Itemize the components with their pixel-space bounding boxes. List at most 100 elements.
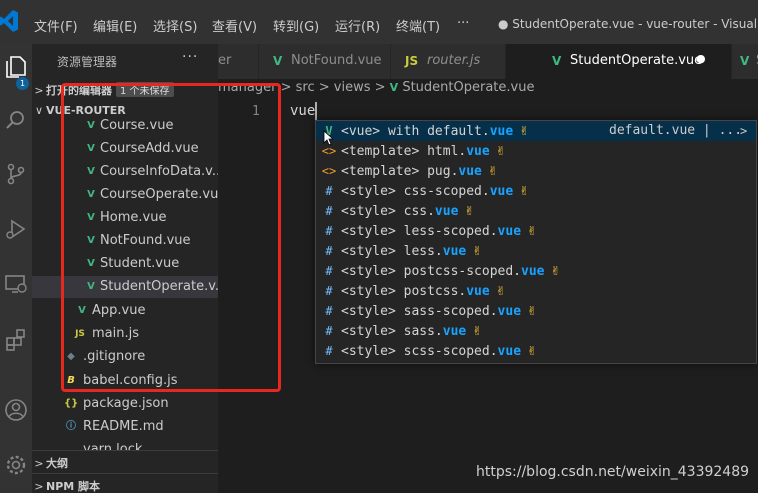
tab-label: StudentOperate.vue	[570, 53, 703, 68]
suggestion-match: vue	[466, 284, 490, 299]
javascript-file-icon: JS	[405, 54, 419, 68]
explorer-icon[interactable]: 1	[3, 54, 29, 90]
template-snippet-icon: <>	[321, 164, 337, 178]
suggestion-text: <template> pug.vue ✌	[341, 162, 498, 181]
json-file-icon: {}	[64, 398, 79, 409]
activity-bar: 1	[0, 44, 32, 493]
suggestion-item[interactable]: # <style> postcss.vue ✌	[316, 281, 756, 301]
menu-go[interactable]: 转到(G)	[273, 16, 319, 35]
menu-terminal[interactable]: 终端(T)	[396, 16, 440, 35]
suggestion-label: <style> less.	[341, 244, 443, 259]
outline-label: 大纲	[46, 457, 68, 470]
outline-section[interactable]: > 大纲	[32, 450, 218, 473]
editor-tabs: er V NotFound.vue JS router.js V Student…	[218, 44, 758, 79]
npm-scripts-label: NPM 脚本	[46, 480, 101, 493]
code-line[interactable]: vue	[290, 103, 315, 119]
menu-file[interactable]: 文件(F)	[34, 16, 78, 35]
suggestion-match: vue	[497, 304, 522, 319]
suggestion-item[interactable]: <> <template> html.vue ✌	[316, 141, 756, 161]
chevron-right-icon: >	[34, 480, 44, 493]
suggestion-match: vue	[442, 244, 467, 259]
breadcrumb-item[interactable]: views	[334, 80, 371, 95]
tab-overflow[interactable]: V S	[732, 44, 758, 79]
victory-hand-icon: ✌	[487, 164, 498, 178]
victory-hand-icon: ✌	[495, 284, 506, 298]
menu-selection[interactable]: 选择(S)	[153, 16, 197, 35]
suggestion-text: <style> sass-scoped.vue ✌	[341, 302, 537, 321]
account-icon[interactable]	[3, 397, 29, 423]
suggestion-label: <style> sass.	[341, 324, 443, 339]
menu-run[interactable]: 运行(R)	[335, 16, 380, 35]
victory-hand-icon: ✌	[495, 144, 506, 158]
file-label: package.json	[83, 396, 169, 411]
tab-router-js[interactable]: JS router.js	[391, 44, 506, 79]
remote-explorer-icon[interactable]	[3, 271, 29, 297]
suggestion-item[interactable]: # <style> sass-scoped.vue ✌	[316, 301, 756, 321]
suggestion-text: <style> less-scoped.vue ✌	[341, 222, 537, 241]
style-snippet-icon: #	[325, 304, 333, 318]
victory-hand-icon: ✌	[527, 344, 538, 358]
tab-router-vue[interactable]: er	[218, 44, 259, 79]
style-snippet-icon: #	[325, 244, 333, 258]
suggestion-match: vue	[489, 184, 514, 199]
suggestion-item[interactable]: # <style> sass.vue ✌	[316, 321, 756, 341]
menu-more[interactable]: ···	[457, 16, 469, 31]
menu-edit[interactable]: 编辑(E)	[93, 16, 137, 35]
title-bar: 文件(F) 编辑(E) 选择(S) 查看(V) 转到(G) 运行(R) 终端(T…	[0, 0, 758, 44]
suggestion-item[interactable]: V <vue> with default.vue ✌ default.vue | …	[316, 121, 756, 141]
vue-file-icon: V	[552, 54, 562, 68]
suggestion-text: <template> html.vue ✌	[341, 142, 506, 161]
file-readme-md[interactable]: ⓘ README.md	[32, 416, 218, 438]
suggestion-label: <style> postcss.	[341, 284, 467, 299]
info-file-icon: ⓘ	[66, 421, 76, 432]
settings-gear-icon[interactable]	[3, 452, 29, 478]
suggestion-label: <style> scss-scoped.	[341, 344, 498, 359]
suggestion-item[interactable]: # <style> css.vue ✌	[316, 201, 756, 221]
extensions-icon[interactable]	[3, 327, 29, 353]
suggestion-item[interactable]: # <style> css-scoped.vue ✌	[316, 181, 756, 201]
suggestion-text: <style> scss-scoped.vue ✌	[341, 342, 537, 361]
suggestion-text: <style> postcss-scoped.vue ✌	[341, 262, 561, 281]
victory-hand-icon: ✌	[527, 304, 538, 318]
vue-file-icon: V	[389, 81, 399, 94]
npm-scripts-section[interactable]: > NPM 脚本	[32, 473, 218, 493]
style-snippet-icon: #	[325, 264, 333, 278]
vue-file-icon: V	[740, 54, 750, 68]
window-title: ● StudentOperate.vue - vue-router - Visu…	[498, 17, 758, 31]
victory-hand-icon: ✌	[527, 224, 538, 238]
explorer-more-button[interactable]: ···	[182, 49, 198, 65]
suggestion-match: vue	[442, 324, 467, 339]
suggestion-item[interactable]: # <style> postcss-scoped.vue ✌	[316, 261, 756, 281]
unsaved-dot-icon[interactable]: ●	[696, 52, 706, 65]
suggestion-match: vue	[497, 344, 522, 359]
chevron-right-icon: >	[374, 80, 390, 95]
tab-notfound-vue[interactable]: V NotFound.vue	[259, 44, 391, 79]
tab-studentoperate-vue[interactable]: V StudentOperate.vue ●	[506, 44, 732, 79]
suggestion-label: <style> css-scoped.	[341, 184, 490, 199]
suggestion-item[interactable]: # <style> less-scoped.vue ✌	[316, 221, 756, 241]
breadcrumb-item[interactable]: StudentOperate.vue	[402, 80, 534, 95]
mouse-pointer-icon	[323, 130, 333, 146]
vscode-logo-icon	[0, 10, 18, 32]
read-more-icon[interactable]: >	[740, 122, 747, 140]
suggestion-label: <template> html.	[341, 144, 467, 159]
run-debug-icon[interactable]	[3, 216, 29, 242]
style-snippet-icon: #	[325, 204, 333, 218]
menu-view[interactable]: 查看(V)	[212, 16, 257, 35]
suggestion-match: vue	[466, 144, 490, 159]
search-icon[interactable]	[3, 107, 29, 133]
file-package-json[interactable]: {} package.json	[32, 393, 218, 415]
suggestion-item[interactable]: <> <template> pug.vue ✌	[316, 161, 756, 181]
source-control-icon[interactable]	[3, 161, 29, 187]
style-snippet-icon: #	[325, 344, 333, 358]
victory-hand-icon: ✌	[472, 244, 483, 258]
victory-hand-icon: ✌	[472, 324, 483, 338]
watermark: https://blog.csdn.net/weixin_43392489	[476, 464, 750, 480]
chevron-right-icon: >	[34, 457, 44, 470]
style-snippet-icon: #	[325, 284, 333, 298]
explorer-badge: 1	[16, 77, 29, 90]
breadcrumb-item[interactable]: src	[296, 80, 315, 95]
suggestion-item[interactable]: # <style> less.vue ✌	[316, 241, 756, 261]
suggestion-item[interactable]: # <style> scss-scoped.vue ✌	[316, 341, 756, 361]
suggestion-label: <template> pug.	[341, 164, 459, 179]
